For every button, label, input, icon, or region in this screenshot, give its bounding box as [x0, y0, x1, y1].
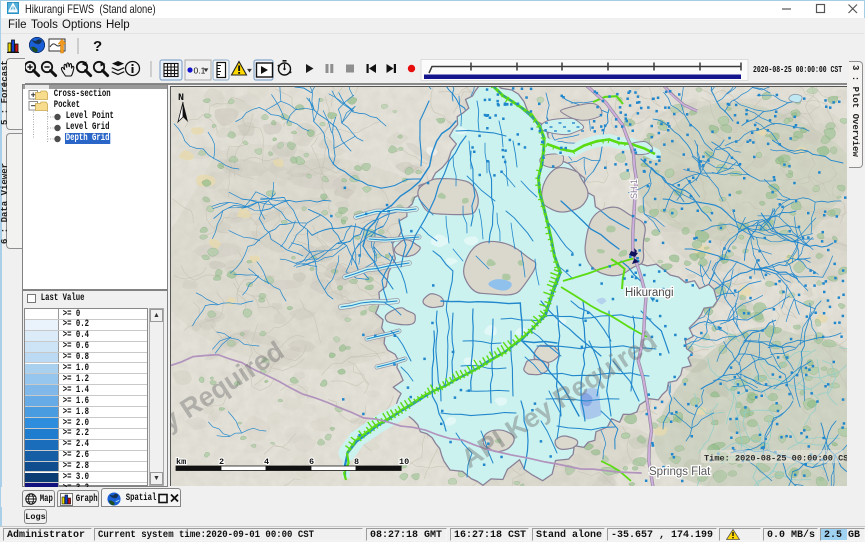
svg-text:km: km [176, 457, 186, 467]
svg-text:8: 8 [354, 457, 359, 467]
svg-text:Springs Flat: Springs Flat [649, 466, 711, 478]
svg-text:0.1: 0.1 [194, 66, 206, 76]
svg-text:Hikurangi: Hikurangi [625, 287, 674, 299]
svg-text:6: 6 [309, 457, 314, 467]
svg-text:10: 10 [399, 457, 409, 467]
svg-text:Time: 2020-08-25 00:00:00 CST: Time: 2020-08-25 00:00:00 CST [704, 454, 847, 464]
svg-text:2: 2 [219, 457, 224, 467]
svg-text:SH 1: SH 1 [629, 179, 639, 199]
svg-text:4: 4 [264, 457, 269, 467]
svg-text:?: ? [93, 38, 102, 55]
